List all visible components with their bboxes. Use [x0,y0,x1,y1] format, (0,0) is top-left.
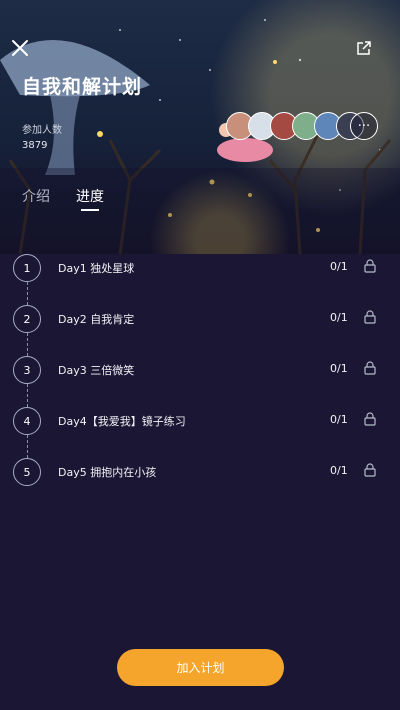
step-connector [27,282,28,305]
member-avatars[interactable] [226,112,364,142]
lock-icon [364,259,376,273]
day-progress: 0/1 [330,413,348,426]
day-title: Day4【我爱我】镜子练习 [58,415,186,428]
list-item-day-3[interactable]: 3 Day3 三倍微笑 0/1 [0,356,400,407]
list-item-day-4[interactable]: 4 Day4【我爱我】镜子练习 0/1 [0,407,400,458]
header-banner: 自我和解计划 参加人数 3879 ··· 介绍 进度 [0,0,400,254]
lock-icon [364,310,376,324]
plan-title: 自我和解计划 [22,76,143,98]
step-circle: 5 [13,458,41,486]
lock-icon [364,412,376,426]
day-title: Day3 三倍微笑 [58,364,135,377]
list-item-day-1[interactable]: 1 Day1 独处星球 0/1 [0,254,400,305]
share-icon[interactable] [352,36,376,60]
step-circle: 3 [13,356,41,384]
step-circle: 4 [13,407,41,435]
members-label: 参加人数 [22,125,62,136]
members-count: 3879 [22,140,48,151]
day-title: Day5 拥抱内在小孩 [58,466,157,479]
list-item-day-2[interactable]: 2 Day2 自我肯定 0/1 [0,305,400,356]
day-list: 1 Day1 独处星球 0/1 2 Day2 自我肯定 0/1 3 Day3 三… [0,254,400,509]
join-plan-button[interactable]: 加入计划 [117,649,284,686]
day-progress: 0/1 [330,464,348,477]
lock-icon [364,463,376,477]
more-members-button[interactable]: ··· [350,112,378,140]
step-connector [27,384,28,407]
step-circle: 2 [13,305,41,333]
day-progress: 0/1 [330,260,348,273]
step-circle: 1 [13,254,41,282]
lock-icon [364,361,376,375]
tab-bar: 介绍 进度 [0,182,400,212]
close-icon[interactable] [8,36,32,60]
day-progress: 0/1 [330,311,348,324]
day-title: Day1 独处星球 [58,262,135,275]
day-progress: 0/1 [330,362,348,375]
step-connector [27,333,28,356]
day-title: Day2 自我肯定 [58,313,135,326]
list-item-day-5[interactable]: 5 Day5 拥抱内在小孩 0/1 [0,458,400,509]
tab-intro[interactable]: 介绍 [22,186,50,206]
active-tab-indicator [81,209,99,211]
step-connector [27,435,28,458]
tab-progress[interactable]: 进度 [76,186,104,206]
